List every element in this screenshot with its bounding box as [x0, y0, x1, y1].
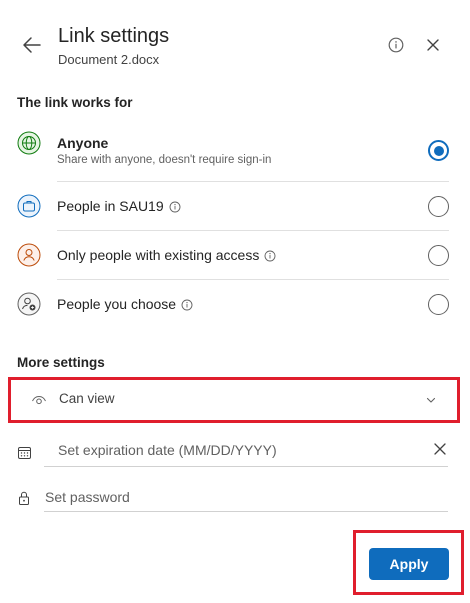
- info-icon[interactable]: [169, 201, 181, 213]
- info-icon[interactable]: [264, 250, 276, 262]
- info-icon[interactable]: [181, 299, 193, 311]
- option-anyone[interactable]: Anyone Share with anyone, doesn't requir…: [17, 128, 462, 177]
- password-input[interactable]: [44, 482, 448, 512]
- close-icon: [427, 39, 439, 51]
- option-label: People in SAU19: [57, 198, 181, 214]
- radio-anyone[interactable]: [428, 140, 449, 161]
- more-settings-heading: More settings: [17, 355, 105, 370]
- option-label-text: People in SAU19: [57, 198, 164, 214]
- close-icon: [434, 443, 446, 455]
- option-label: People you choose: [57, 296, 193, 312]
- option-label-text: Only people with existing access: [57, 247, 260, 263]
- page-title: Link settings: [58, 25, 170, 47]
- option-label-text: People you choose: [57, 296, 177, 312]
- close-button[interactable]: [424, 36, 442, 54]
- expiration-date-input[interactable]: [44, 434, 448, 467]
- info-icon: [388, 37, 404, 53]
- file-name: Document 2.docx: [58, 52, 160, 67]
- back-button[interactable]: [20, 33, 44, 57]
- info-button[interactable]: [386, 35, 406, 55]
- option-label: Only people with existing access: [57, 247, 276, 263]
- arrow-left-icon: [23, 37, 41, 53]
- apply-button[interactable]: Apply: [369, 548, 449, 580]
- permission-value: Can view: [59, 391, 115, 406]
- globe-icon: [17, 131, 41, 155]
- calendar-icon: [18, 447, 31, 459]
- lock-icon: [19, 491, 29, 505]
- person-icon: [17, 243, 41, 267]
- radio-existing-access[interactable]: [428, 245, 449, 266]
- link-works-for-heading: The link works for: [17, 95, 133, 110]
- chevron-down-icon: [426, 397, 436, 403]
- clear-expiration-button[interactable]: [431, 440, 449, 458]
- radio-people-in-org[interactable]: [428, 196, 449, 217]
- eye-icon: [32, 395, 46, 405]
- option-existing-access[interactable]: Only people with existing access: [17, 231, 462, 280]
- option-description: Share with anyone, doesn't require sign-…: [57, 154, 272, 166]
- option-people-in-org[interactable]: People in SAU19: [17, 182, 462, 231]
- radio-people-you-choose[interactable]: [428, 294, 449, 315]
- permission-dropdown[interactable]: Can view: [31, 387, 451, 413]
- option-label: Anyone: [57, 135, 109, 151]
- option-people-you-choose[interactable]: People you choose: [17, 280, 462, 329]
- briefcase-icon: [17, 194, 41, 218]
- people-icon: [17, 292, 41, 316]
